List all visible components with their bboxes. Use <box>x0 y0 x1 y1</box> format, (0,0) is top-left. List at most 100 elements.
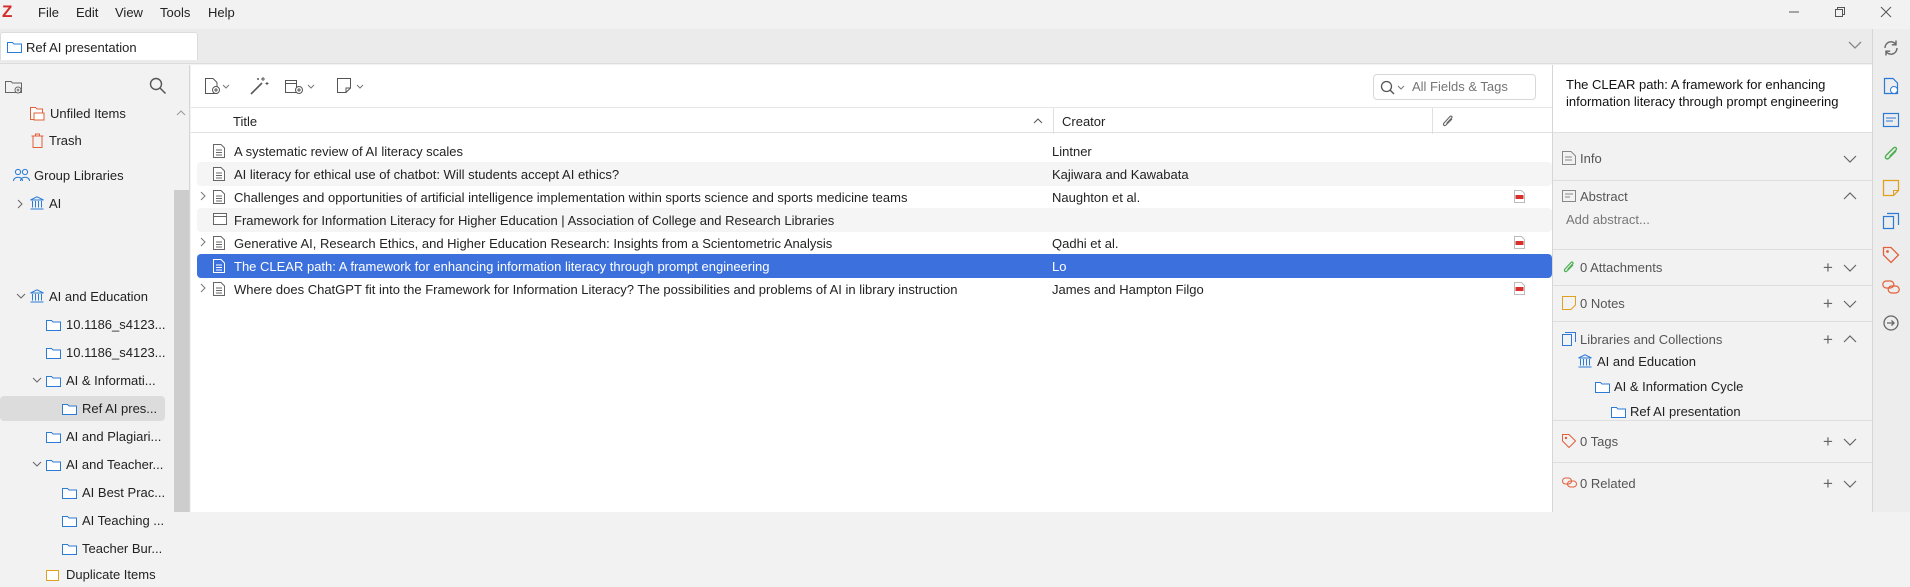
tree-item-collection[interactable]: AI and Plagiari... <box>0 424 174 449</box>
new-item-icon[interactable] <box>204 77 230 95</box>
table-row[interactable]: Challenges and opportunities of artifici… <box>197 185 1552 209</box>
section-abstract[interactable]: Abstract Add abstract... <box>1553 180 1873 248</box>
attachments-nav-icon[interactable] <box>1882 145 1900 163</box>
filter-collections-icon[interactable] <box>149 77 167 95</box>
table-row[interactable]: Where does ChatGPT fit into the Framewor… <box>197 277 1552 301</box>
section-tags[interactable]: 0 Tags + <box>1553 420 1873 462</box>
folder-icon <box>62 542 77 555</box>
search-icon[interactable] <box>1380 80 1406 96</box>
add-note-plus-icon[interactable]: + <box>1823 295 1833 312</box>
new-collection-icon[interactable] <box>4 77 24 95</box>
pdf-icon[interactable] <box>1514 236 1525 249</box>
add-to-collection-plus-icon[interactable]: + <box>1823 331 1833 348</box>
menu-help[interactable]: Help <box>208 5 235 20</box>
table-row[interactable]: Generative AI, Research Ethics, and High… <box>197 231 1552 255</box>
table-row[interactable]: Framework for Information Literacy for H… <box>197 208 1552 232</box>
add-tag-plus-icon[interactable]: + <box>1823 433 1833 450</box>
sort-ascending-icon[interactable] <box>1033 118 1043 124</box>
pdf-icon[interactable] <box>1514 190 1525 203</box>
tree-label: Trash <box>49 133 82 148</box>
tree-item-collection[interactable]: 10.1186_s4123... <box>0 312 174 337</box>
item-pane-title[interactable]: The CLEAR path: A framework for enhancin… <box>1566 76 1856 110</box>
abstract-nav-icon[interactable] <box>1882 112 1900 128</box>
chevron-down-icon[interactable] <box>1843 155 1857 163</box>
chevron-down-icon[interactable] <box>1843 480 1857 488</box>
attachments-column-paperclip-icon[interactable] <box>1441 114 1455 128</box>
tree-item-collection[interactable]: AI and Teacher... <box>0 452 174 477</box>
magic-wand-icon[interactable] <box>249 76 269 96</box>
tree-item-collection[interactable]: AI & Informati... <box>0 368 174 393</box>
locate-nav-icon[interactable] <box>1882 314 1900 332</box>
tree-item-collection[interactable]: Teacher Bur... <box>0 536 174 561</box>
table-row[interactable]: A systematic review of AI literacy scale… <box>197 139 1552 163</box>
new-note-icon[interactable] <box>336 77 366 95</box>
search-box[interactable] <box>1373 74 1536 100</box>
tree-label: Teacher Bur... <box>82 541 163 556</box>
tree-item-collection[interactable]: AI Best Prac... <box>0 480 174 505</box>
tree-header-group-libraries[interactable]: Group Libraries <box>0 163 174 188</box>
chevron-down-icon[interactable] <box>32 377 42 383</box>
close-window-button[interactable] <box>1863 0 1909 24</box>
tabs-menu-chevron-icon[interactable] <box>1848 41 1862 50</box>
restore-button[interactable] <box>1817 0 1863 24</box>
table-row[interactable]: AI literacy for ethical use of chatbot: … <box>197 162 1552 186</box>
minimize-button[interactable] <box>1771 0 1817 24</box>
scroll-up-icon[interactable] <box>176 109 186 116</box>
chevron-down-icon[interactable] <box>16 293 26 299</box>
section-info[interactable]: Info <box>1553 144 1873 179</box>
pdf-icon[interactable] <box>1514 282 1525 295</box>
chevron-down-icon[interactable] <box>1843 264 1857 272</box>
tree-item-duplicates[interactable]: Duplicate Items <box>0 562 174 587</box>
tree-label: Unfiled Items <box>50 106 126 121</box>
add-related-plus-icon[interactable]: + <box>1823 475 1833 492</box>
chevron-up-icon[interactable] <box>1843 335 1857 343</box>
info-nav-icon[interactable] <box>1882 77 1900 95</box>
menu-tools[interactable]: Tools <box>160 5 190 20</box>
chevron-down-icon[interactable] <box>1843 438 1857 446</box>
table-row-selected[interactable]: The CLEAR path: A framework for enhancin… <box>197 254 1552 278</box>
search-input[interactable] <box>1412 79 1530 94</box>
tree-item-trash[interactable]: Trash <box>0 128 174 153</box>
chevron-down-icon[interactable] <box>1843 300 1857 308</box>
items-toolbar <box>191 65 1552 107</box>
menu-view[interactable]: View <box>115 5 143 20</box>
column-title[interactable]: Title <box>233 114 257 129</box>
column-divider[interactable] <box>1053 108 1054 134</box>
section-label: 0 Notes <box>1580 296 1625 311</box>
tab-bar: Ref AI presentation <box>0 29 1872 64</box>
tree-item-collection-selected[interactable]: Ref AI pres... <box>0 396 165 421</box>
section-attachments[interactable]: 0 Attachments + <box>1553 249 1873 285</box>
tree-item-collection[interactable]: 10.1186_s4123... <box>0 340 174 365</box>
related-nav-icon[interactable] <box>1882 280 1900 294</box>
menu-edit[interactable]: Edit <box>76 5 98 20</box>
section-related[interactable]: 0 Related + <box>1553 462 1873 512</box>
tab-library[interactable]: Ref AI presentation <box>0 32 198 60</box>
section-libraries-collections[interactable]: Libraries and Collections + AI and Educa… <box>1553 321 1873 420</box>
item-creator: Naughton et al. <box>1052 190 1141 205</box>
sync-icon[interactable] <box>1882 39 1900 57</box>
tree-label: Group Libraries <box>34 168 124 183</box>
chevron-up-icon[interactable] <box>1843 192 1857 200</box>
tags-nav-icon[interactable] <box>1882 246 1900 264</box>
menu-file[interactable]: File <box>38 5 59 20</box>
chevron-right-icon[interactable] <box>200 237 206 247</box>
tree-item-library-ai-education[interactable]: AI and Education <box>0 284 174 309</box>
abstract-placeholder[interactable]: Add abstract... <box>1566 212 1650 227</box>
chevron-down-icon[interactable] <box>32 461 42 467</box>
collection-path-label: AI and Education <box>1597 354 1697 369</box>
add-attachment-plus-icon[interactable]: + <box>1823 259 1833 276</box>
chevron-right-icon[interactable] <box>200 191 206 201</box>
tree-item-library-ai[interactable]: AI <box>0 191 174 216</box>
chevron-right-icon[interactable] <box>17 199 23 209</box>
column-divider[interactable] <box>1432 108 1433 134</box>
folder-icon <box>62 514 77 527</box>
add-attachment-icon[interactable] <box>284 77 316 95</box>
chevron-right-icon[interactable] <box>200 283 206 293</box>
column-creator[interactable]: Creator <box>1062 114 1105 129</box>
libraries-collections-nav-icon[interactable] <box>1882 212 1900 230</box>
tree-item-unfiled[interactable]: Unfiled Items <box>0 101 174 126</box>
scrollbar[interactable] <box>174 190 189 512</box>
notes-nav-icon[interactable] <box>1882 179 1900 197</box>
abstract-icon <box>1562 190 1576 202</box>
section-notes[interactable]: 0 Notes + <box>1553 285 1873 321</box>
